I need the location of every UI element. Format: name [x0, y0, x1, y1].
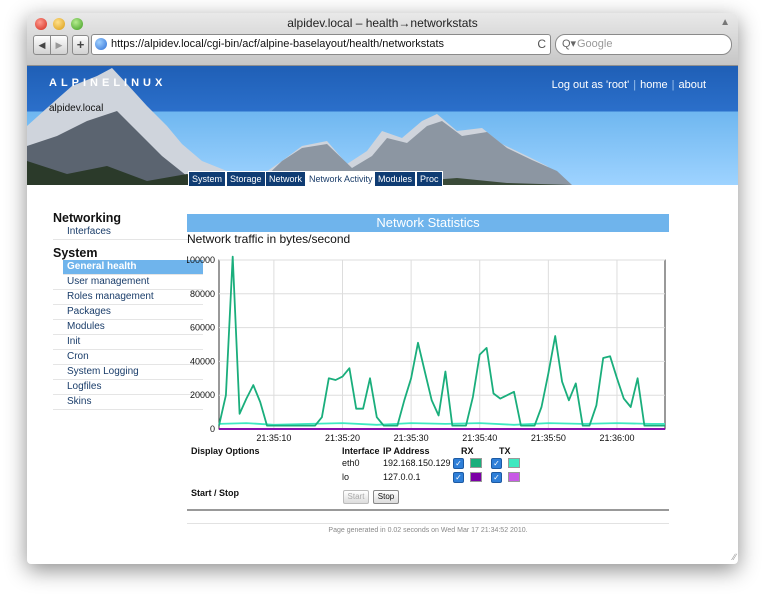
search-field[interactable]: Q▾ Google [555, 34, 732, 55]
search-placeholder[interactable]: Google [577, 35, 612, 54]
back-arrow-icon: ◀ [38, 40, 46, 50]
sidebar-item-logfiles[interactable]: Logfiles [53, 380, 203, 395]
tab-proc[interactable]: Proc [416, 171, 443, 186]
y-tick-label: 0 [210, 424, 215, 434]
sidebar-item-cron[interactable]: Cron [53, 350, 203, 365]
sidebar-item-roles-management[interactable]: Roles management [53, 290, 203, 305]
network-traffic-chart: 0 20000 40000 60000 80000 100000 21:35:10 21:35… [187, 255, 666, 443]
eth0-tx-color-swatch[interactable] [508, 458, 520, 468]
tab-modules[interactable]: Modules [374, 171, 417, 186]
tx-column-header: TX [499, 446, 511, 456]
lock-icon: ▲ [720, 17, 730, 28]
sidebar-section-system: System [53, 246, 98, 260]
x-tick-label: 21:35:50 [531, 433, 566, 443]
sidebar-item-init[interactable]: Init [53, 335, 203, 350]
lo-tx-color-swatch[interactable] [508, 472, 520, 482]
stop-button[interactable]: Stop [373, 490, 399, 504]
footer-divider [187, 523, 669, 524]
sidebar-item-user-management[interactable]: User management [53, 275, 203, 290]
title-bar: alpidev.local – health→networkstats ▲ ◀ … [27, 13, 738, 66]
lo-rx-color-swatch[interactable] [470, 472, 482, 482]
hostname: alpidev.local [49, 103, 104, 114]
chart-subtitle: Network traffic in bytes/second [187, 232, 351, 246]
sidebar-item-interfaces[interactable]: Interfaces [53, 225, 203, 240]
globe-icon [95, 38, 107, 50]
x-tick-label: 21:35:10 [256, 433, 291, 443]
y-tick-label: 100000 [187, 255, 215, 265]
page-footer: Page generated in 0.02 seconds on Wed Ma… [328, 527, 528, 534]
start-stop-label: Start / Stop [191, 488, 240, 498]
url-text[interactable]: https://alpidev.local/cgi-bin/acf/alpine… [111, 35, 444, 54]
tab-network-activity[interactable]: Network Activity [305, 171, 377, 186]
interface-name: lo [342, 472, 350, 482]
sidebar-item-skins[interactable]: Skins [53, 395, 203, 410]
content-divider [187, 509, 669, 511]
link-separator: | [633, 79, 637, 91]
forward-arrow-icon: ▶ [55, 40, 63, 50]
sidebar-item-system-logging[interactable]: System Logging [53, 365, 203, 380]
tab-system[interactable]: System [188, 171, 227, 186]
ip-address-column-header: IP Address [383, 446, 430, 456]
site-banner: ALPINELINUX alpidev.local Log out as 'ro… [27, 66, 738, 185]
reload-icon[interactable]: C [537, 35, 546, 54]
interface-name: eth0 [342, 458, 360, 468]
rx-column-header: RX [461, 446, 474, 456]
y-tick-label: 60000 [190, 323, 215, 333]
sidebar-item-modules[interactable]: Modules [53, 320, 203, 335]
x-tick-label: 21:35:20 [325, 433, 360, 443]
back-button[interactable]: ◀ [33, 35, 51, 55]
search-icon: Q▾ [562, 38, 577, 50]
logout-link[interactable]: Log out as 'root' [552, 79, 630, 91]
y-tick-label: 20000 [190, 390, 215, 400]
plus-icon: + [76, 37, 85, 52]
home-link[interactable]: home [640, 79, 668, 91]
header-links: Log out as 'root' | home | about [552, 79, 706, 91]
start-button[interactable]: Start [343, 490, 369, 504]
section-title: Network Statistics [187, 214, 669, 232]
tab-network[interactable]: Network [265, 171, 307, 186]
eth0-tx-checkbox[interactable]: ✓ [491, 458, 502, 469]
sidebar-item-packages[interactable]: Packages [53, 305, 203, 320]
sidebar-section-networking: Networking [53, 211, 122, 225]
interface-ip: 127.0.0.1 [383, 472, 421, 482]
window-title: alpidev.local – health→networkstats [287, 16, 478, 30]
link-separator: | [671, 79, 675, 91]
eth0-rx-color-swatch[interactable] [470, 458, 482, 468]
sidebar: Networking Interfaces System General hea… [53, 211, 203, 410]
x-tick-label: 21:36:00 [599, 433, 634, 443]
forward-button[interactable]: ▶ [50, 35, 68, 55]
y-tick-label: 40000 [190, 356, 215, 366]
sidebar-item-general-health[interactable]: General health [63, 260, 203, 275]
site-logo: ALPINELINUX [49, 77, 167, 89]
add-bookmark-button[interactable]: + [72, 35, 89, 55]
x-tick-label: 21:35:40 [462, 433, 497, 443]
x-tick-label: 21:35:30 [394, 433, 429, 443]
resize-grip-icon[interactable]: ∕∕ [733, 552, 736, 562]
y-tick-label: 80000 [190, 289, 215, 299]
lo-tx-checkbox[interactable]: ✓ [491, 472, 502, 483]
lo-rx-checkbox[interactable]: ✓ [453, 472, 464, 483]
browser-window: alpidev.local – health→networkstats ▲ ◀ … [27, 13, 738, 564]
interface-column-header: Interface [342, 446, 380, 456]
plot-area [218, 259, 666, 430]
display-options-label: Display Options [191, 446, 260, 456]
tab-storage[interactable]: Storage [226, 171, 266, 186]
eth0-rx-checkbox[interactable]: ✓ [453, 458, 464, 469]
interface-ip: 192.168.150.129 [383, 458, 451, 468]
address-bar[interactable]: https://alpidev.local/cgi-bin/acf/alpine… [91, 34, 551, 55]
about-link[interactable]: about [678, 79, 706, 91]
